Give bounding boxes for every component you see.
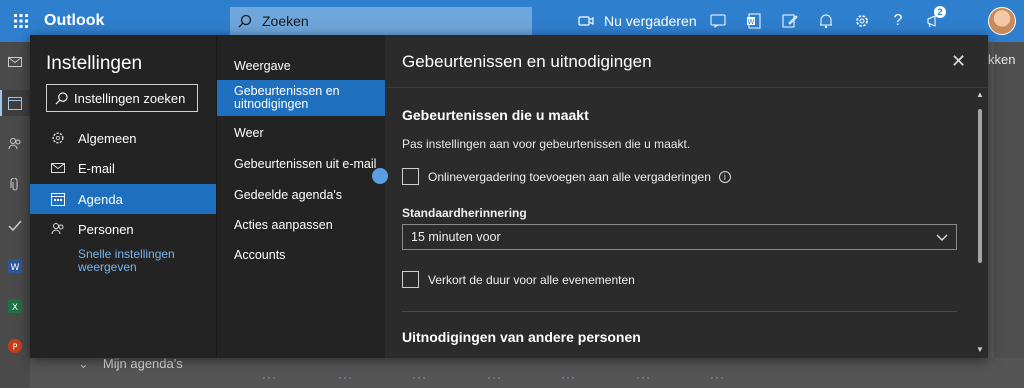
mail-icon[interactable] <box>7 54 23 70</box>
background-right-text: kken <box>988 52 1016 67</box>
default-reminder-value: 15 minuten voor <box>411 230 501 244</box>
online-meeting-option[interactable]: Onlinevergadering toevoegen aan alle ver… <box>402 168 731 185</box>
search-icon <box>55 91 68 104</box>
shorten-duration-label: Verkort de duur voor alle evenementen <box>428 272 635 287</box>
category-label: Agenda <box>78 191 123 207</box>
more-dots-icon: ··· <box>487 370 502 384</box>
settings-content-pane: Gebeurtenissen en uitnodigingen ✕ Gebeur… <box>385 35 988 358</box>
word-app-icon[interactable]: W <box>7 258 23 274</box>
section-divider <box>402 311 957 312</box>
svg-text:X: X <box>12 303 18 313</box>
avatar[interactable] <box>988 7 1016 35</box>
svg-text:W: W <box>11 263 20 273</box>
search-box[interactable]: Zoeken <box>230 7 532 35</box>
settings-subcategories-pane: Weergave Gebeurtenissen en uitnodigingen… <box>216 35 386 358</box>
subcategory-display[interactable]: Weergave <box>217 55 386 77</box>
svg-text:P: P <box>13 343 18 352</box>
subcategory-weather[interactable]: Weer <box>217 121 386 145</box>
subcategory-customize-actions[interactable]: Acties aanpassen <box>217 213 386 237</box>
online-meeting-label: Onlinevergadering toevoegen aan alle ver… <box>428 169 711 184</box>
scroll-down-icon[interactable]: ▼ <box>976 345 984 354</box>
background-panel-right <box>994 42 1024 388</box>
chevron-down-icon: ⌄ <box>78 356 89 371</box>
calendar-icon[interactable] <box>7 95 23 111</box>
mail-icon <box>50 163 66 173</box>
header-divider <box>385 87 988 88</box>
settings-search-placeholder: Instellingen zoeken <box>74 90 186 106</box>
category-people[interactable]: Personen <box>30 214 216 244</box>
more-dots-icon: ··· <box>262 370 277 384</box>
online-meeting-checkbox[interactable] <box>402 168 419 185</box>
default-reminder-label: Standaardherinnering <box>402 206 527 220</box>
left-rail: W X P <box>0 42 30 388</box>
gear-icon <box>50 131 66 145</box>
shorten-duration-checkbox[interactable] <box>402 271 419 288</box>
calendar-icon <box>50 192 66 206</box>
more-dots-icon: ··· <box>338 370 353 384</box>
excel-app-icon[interactable]: X <box>7 298 23 314</box>
section-heading-your-events: Gebeurtenissen die u maakt <box>402 107 589 123</box>
chevron-down-icon <box>936 234 948 241</box>
section-heading-invitations: Uitnodigingen van andere personen <box>402 329 641 345</box>
default-reminder-dropdown[interactable]: 15 minuten voor <box>402 224 957 250</box>
people-icon <box>50 222 66 236</box>
settings-categories-pane: Instellingen Instellingen zoeken Algemee… <box>30 35 216 358</box>
svg-text:W: W <box>748 18 755 26</box>
more-dots-icon: ··· <box>710 370 725 384</box>
more-dots-icon: ··· <box>561 370 576 384</box>
subcategory-events-from-email[interactable]: Gebeurtenissen uit e-mail <box>217 152 386 176</box>
category-email[interactable]: E-mail <box>30 153 216 183</box>
scroll-up-icon[interactable]: ▲ <box>976 90 984 99</box>
video-camera-icon <box>578 16 594 26</box>
quick-settings-link[interactable]: Snelle instellingen weergeven <box>78 248 208 274</box>
todo-icon[interactable] <box>7 218 23 234</box>
my-calendars-label[interactable]: ⌄ Mijn agenda's <box>78 356 183 372</box>
settings-search-input[interactable]: Instellingen zoeken <box>46 84 198 112</box>
meet-now-label: Nu vergaderen <box>604 13 697 29</box>
notification-badge: 2 <box>934 6 946 18</box>
app-title[interactable]: Outlook <box>44 12 230 30</box>
attachment-icon[interactable] <box>7 177 23 193</box>
category-label: E-mail <box>78 160 115 176</box>
close-icon[interactable]: ✕ <box>951 51 966 72</box>
more-dots-icon: ··· <box>636 370 651 384</box>
subcategory-accounts[interactable]: Accounts <box>217 243 386 267</box>
powerpoint-app-icon[interactable]: P <box>7 338 23 354</box>
more-dots-icon: ··· <box>412 370 427 384</box>
subcategory-events-invitations[interactable]: Gebeurtenissen en uitnodigingen <box>217 80 386 116</box>
scrollbar-thumb[interactable] <box>978 109 982 263</box>
app-launcher-icon[interactable] <box>14 14 28 28</box>
category-general[interactable]: Algemeen <box>30 123 216 153</box>
settings-dialog: Instellingen Instellingen zoeken Algemee… <box>30 35 988 358</box>
resize-handle[interactable] <box>372 168 388 184</box>
search-placeholder: Zoeken <box>262 13 309 29</box>
category-calendar[interactable]: Agenda <box>30 184 216 214</box>
info-icon[interactable]: i <box>718 170 731 183</box>
my-calendars-text: Mijn agenda's <box>102 356 183 371</box>
section-description: Pas instellingen aan voor gebeurtenissen… <box>402 137 691 151</box>
panel-title: Gebeurtenissen en uitnodigingen <box>402 52 652 71</box>
people-icon[interactable] <box>7 136 23 152</box>
category-label: Personen <box>78 221 134 237</box>
settings-title: Instellingen <box>46 53 143 74</box>
subcategory-shared-calendars[interactable]: Gedeelde agenda's <box>217 183 386 207</box>
shorten-duration-option[interactable]: Verkort de duur voor alle evenementen <box>402 271 635 288</box>
search-icon <box>238 14 252 28</box>
category-label: Algemeen <box>78 130 137 146</box>
